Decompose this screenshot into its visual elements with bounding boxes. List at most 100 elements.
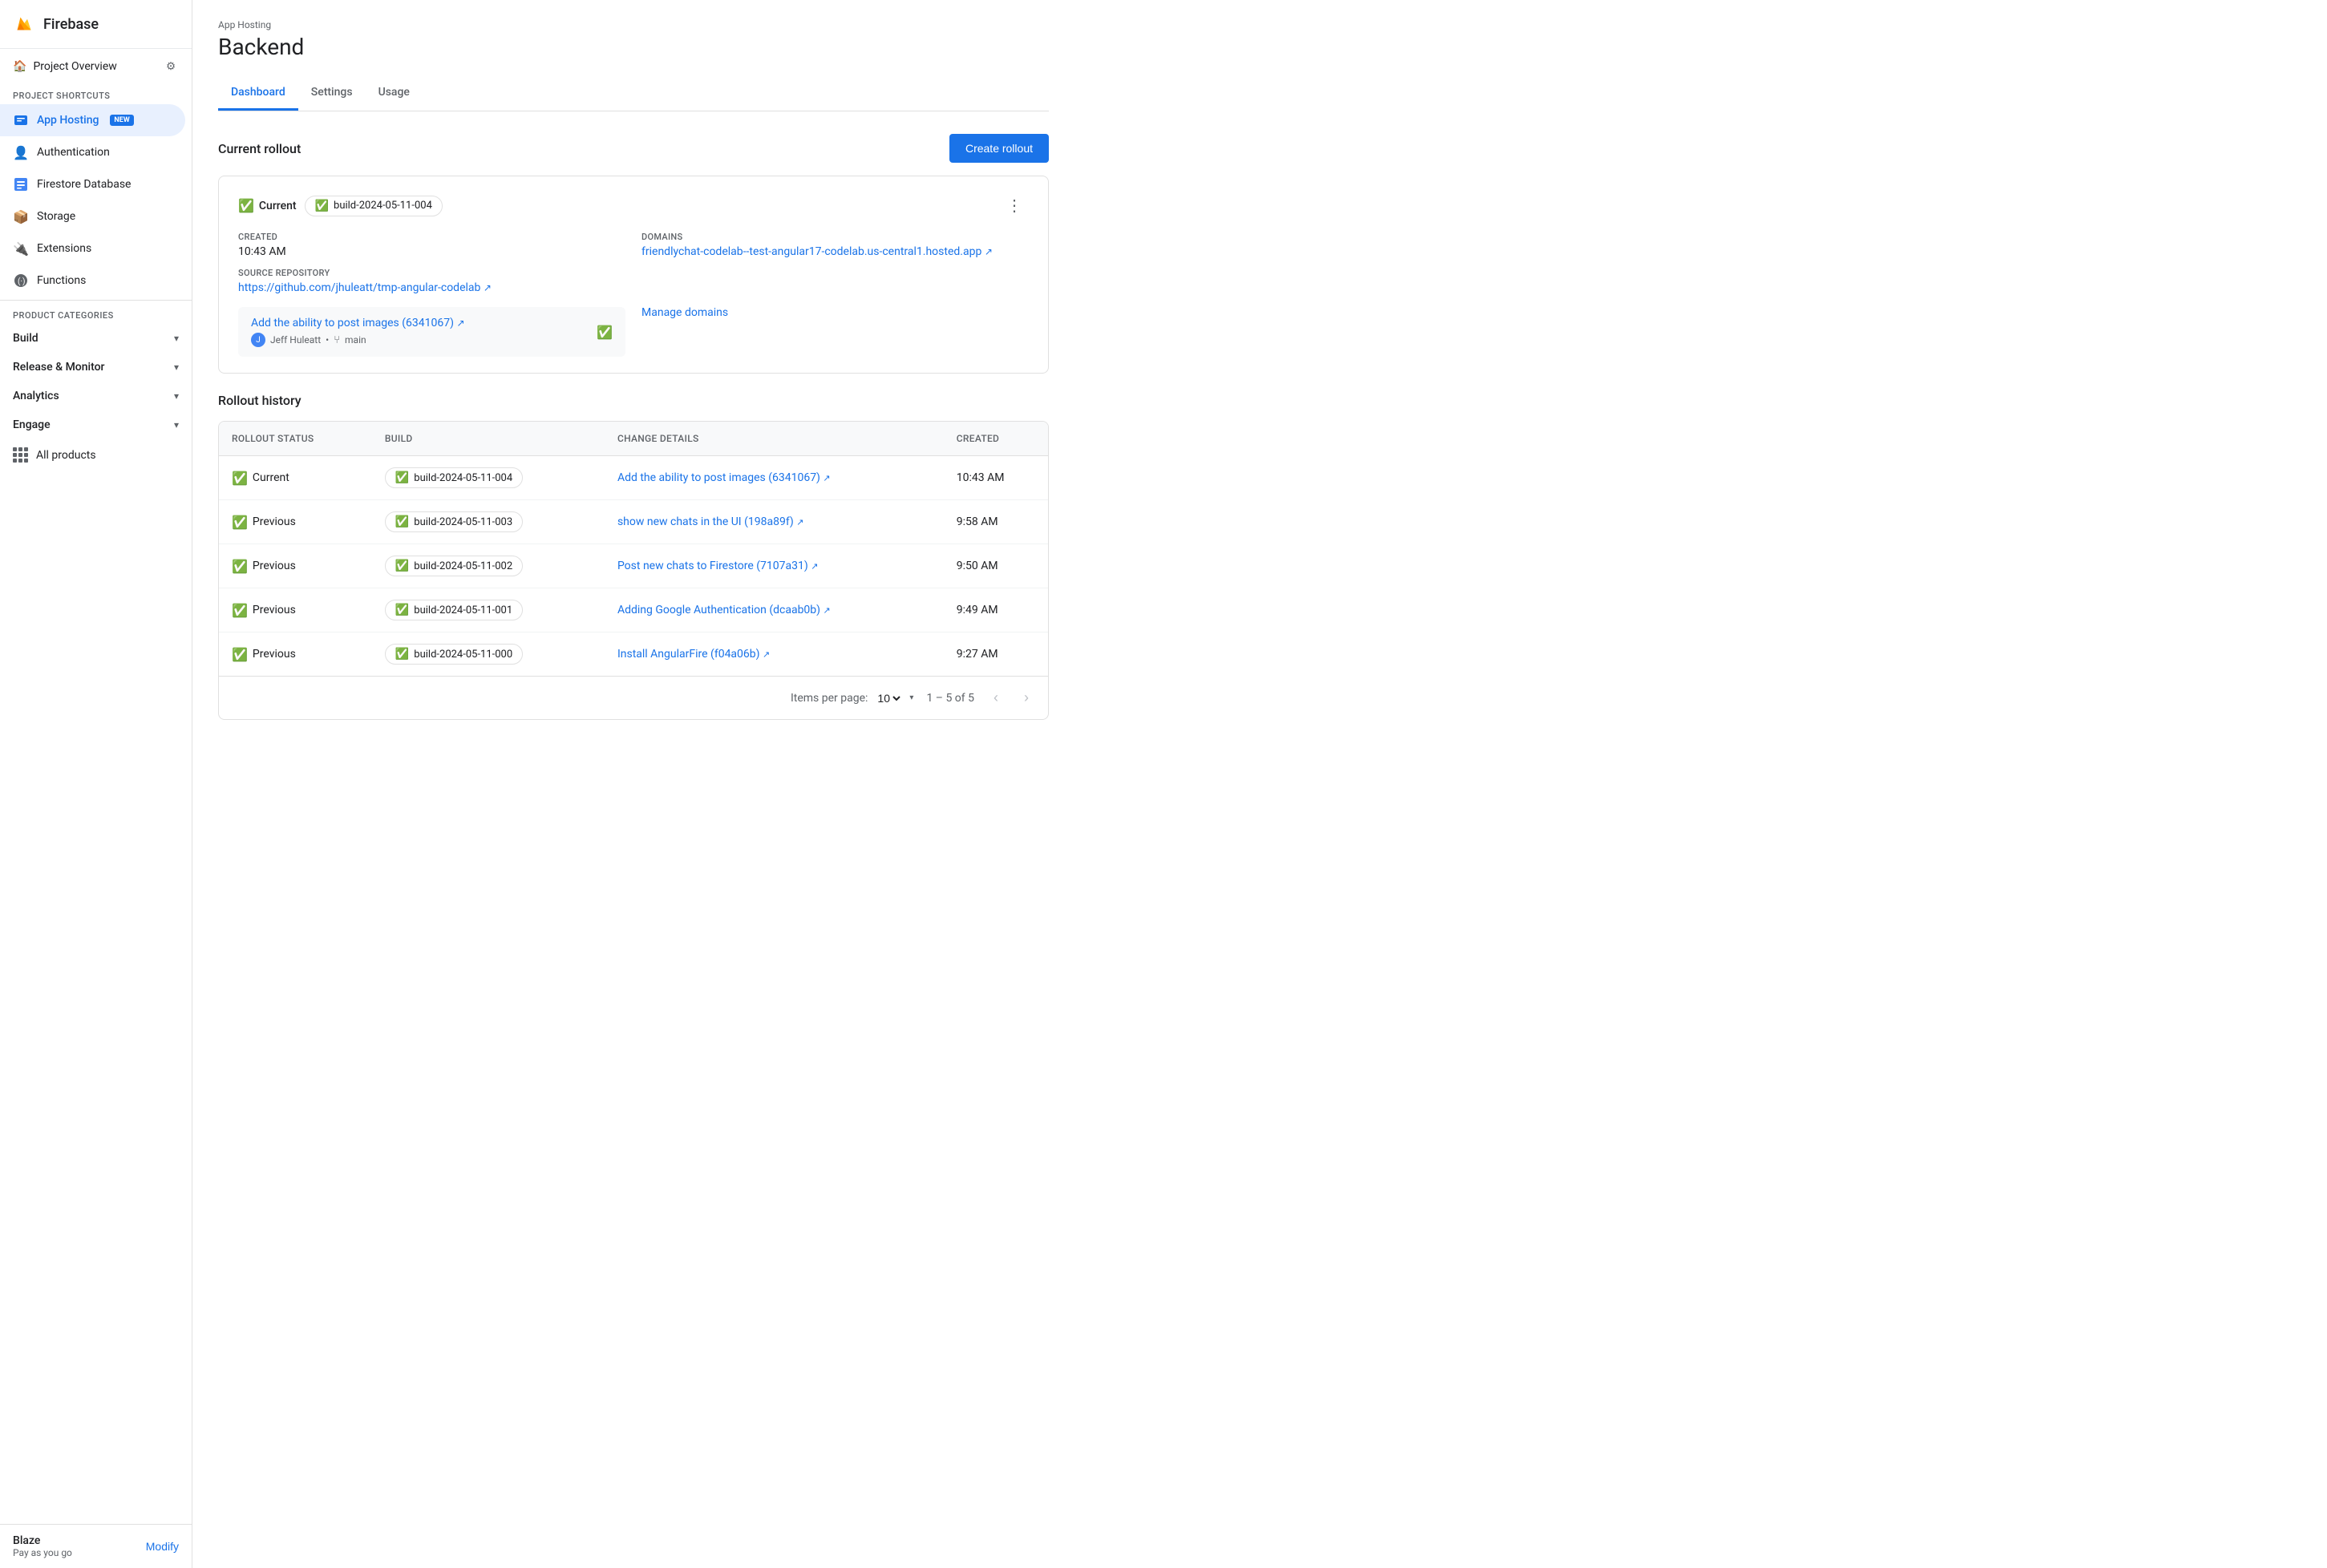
sidebar-item-engage[interactable]: Engage ▾ — [0, 410, 192, 439]
row-build-check-1: ✅ — [395, 515, 409, 528]
col-header-status: Rollout Status — [219, 422, 372, 456]
row-build-check-4: ✅ — [395, 648, 409, 661]
commit-author: Jeff Huleatt — [270, 334, 321, 346]
settings-icon-button[interactable]: ⚙ — [163, 57, 179, 76]
build-cell-2: ✅ build-2024-05-11-002 — [372, 544, 605, 588]
svg-text:(·): (·) — [18, 277, 26, 286]
project-overview-label: Project Overview — [33, 60, 116, 73]
engage-label: Engage — [13, 418, 51, 431]
change-cell-2: Post new chats to Firestore (7107a31) ↗ — [605, 544, 944, 588]
commit-external-icon: ↗ — [456, 317, 464, 329]
all-products-label: All products — [36, 449, 96, 462]
source-repo-link[interactable]: https://github.com/jhuleatt/tmp-angular-… — [238, 281, 625, 294]
sidebar-item-build[interactable]: Build ▾ — [0, 324, 192, 353]
tab-dashboard[interactable]: Dashboard — [218, 76, 298, 111]
build-label: Build — [13, 332, 38, 345]
sidebar-item-app-hosting[interactable]: App Hosting NEW — [0, 104, 185, 136]
row-status-3: Previous — [253, 604, 296, 616]
current-check-icon: ✅ — [238, 198, 254, 213]
current-rollout-card-header: ✅ Current ✅ build-2024-05-11-004 ⋮ — [238, 192, 1029, 219]
sidebar-item-release-monitor[interactable]: Release & Monitor ▾ — [0, 353, 192, 382]
build-chevron-icon: ▾ — [174, 333, 179, 344]
blaze-info: Blaze Pay as you go — [13, 1534, 72, 1558]
three-dot-menu-button[interactable]: ⋮ — [1000, 192, 1029, 219]
firebase-logo-icon — [13, 13, 35, 35]
commit-success-icon: ✅ — [597, 325, 613, 340]
change-link-4[interactable]: Install AngularFire (f04a06b) ↗ — [617, 648, 770, 661]
status-cell-4: ✅ Previous — [219, 632, 372, 677]
change-link-1[interactable]: show new chats in the UI (198a89f) ↗ — [617, 515, 803, 528]
divider-1 — [0, 300, 192, 301]
row-status-4: Previous — [253, 648, 296, 661]
tab-settings[interactable]: Settings — [298, 76, 366, 111]
extensions-icon: 🔌 — [13, 240, 29, 257]
created-label: Created — [238, 232, 625, 242]
breadcrumb: App Hosting — [218, 19, 1049, 30]
firestore-label: Firestore Database — [37, 178, 131, 191]
analytics-label: Analytics — [13, 390, 59, 402]
change-cell-4: Install AngularFire (f04a06b) ↗ — [605, 632, 944, 677]
page-info: 1 – 5 of 5 — [926, 692, 974, 705]
build-cell-4: ✅ build-2024-05-11-000 — [372, 632, 605, 677]
created-cell-1: 9:58 AM — [944, 500, 1048, 544]
status-cell-0: ✅ Current — [219, 456, 372, 500]
new-badge: NEW — [110, 115, 133, 126]
authentication-icon: 👤 — [13, 144, 29, 160]
row-check-icon-1: ✅ — [232, 515, 248, 530]
functions-icon: (·) — [13, 273, 29, 289]
grid-icon — [13, 447, 28, 463]
change-link-0[interactable]: Add the ability to post images (6341067)… — [617, 471, 831, 484]
app-hosting-label: App Hosting — [37, 114, 99, 127]
build-cell-0: ✅ build-2024-05-11-004 — [372, 456, 605, 500]
sidebar-item-all-products[interactable]: All products — [0, 439, 192, 471]
sidebar-item-functions[interactable]: (·) Functions — [0, 265, 185, 297]
prev-page-button[interactable]: ‹ — [987, 686, 1005, 709]
row-build-id-0: build-2024-05-11-004 — [414, 472, 512, 484]
col-header-build: Build — [372, 422, 605, 456]
commit-meta: J Jeff Huleatt • ⑂ main — [251, 333, 465, 347]
build-cell-3: ✅ build-2024-05-11-001 — [372, 588, 605, 632]
per-page-select[interactable]: 10 25 50 — [874, 691, 903, 705]
row-status-2: Previous — [253, 560, 296, 572]
source-repo-detail: Source repository https://github.com/jhu… — [238, 268, 625, 294]
current-status-badge: ✅ Current — [238, 198, 297, 213]
engage-chevron-icon: ▾ — [174, 419, 179, 430]
project-overview-link[interactable]: 🏠 Project Overview — [13, 60, 117, 73]
created-cell-3: 9:49 AM — [944, 588, 1048, 632]
table-row: ✅ Previous ✅ build-2024-05-11-003 show n… — [219, 500, 1048, 544]
next-page-button[interactable]: › — [1018, 686, 1035, 709]
commit-row: Add the ability to post images (6341067)… — [238, 307, 625, 357]
tab-usage[interactable]: Usage — [366, 76, 423, 111]
source-repo-label: Source repository — [238, 268, 625, 278]
row-build-check-3: ✅ — [395, 604, 409, 616]
domains-group: Domains friendlychat-codelab--test-angul… — [641, 232, 1029, 258]
sidebar-item-authentication[interactable]: 👤 Authentication — [0, 136, 185, 168]
row-check-icon-3: ✅ — [232, 603, 248, 618]
build-cell-1: ✅ build-2024-05-11-003 — [372, 500, 605, 544]
change-link-2[interactable]: Post new chats to Firestore (7107a31) ↗ — [617, 560, 819, 572]
created-time: 10:43 AM — [238, 245, 625, 258]
create-rollout-button[interactable]: Create rollout — [949, 134, 1049, 163]
created-detail: Created 10:43 AM — [238, 232, 625, 258]
home-icon: 🏠 — [13, 60, 26, 73]
manage-domains-link[interactable]: Manage domains — [641, 306, 1029, 319]
chevron-down-icon: ▾ — [909, 693, 913, 702]
row-build-id-1: build-2024-05-11-003 — [414, 516, 512, 528]
sidebar-item-storage[interactable]: 📦 Storage — [0, 200, 185, 232]
table-row: ✅ Previous ✅ build-2024-05-11-000 Instal… — [219, 632, 1048, 677]
sidebar-item-extensions[interactable]: 🔌 Extensions — [0, 232, 185, 265]
sidebar-header: Firebase — [0, 0, 192, 49]
row-build-id-4: build-2024-05-11-000 — [414, 649, 512, 661]
modify-plan-button[interactable]: Modify — [146, 1540, 179, 1553]
items-per-page-label: Items per page: — [791, 692, 868, 705]
project-shortcuts-label: Project shortcuts — [0, 84, 192, 104]
sidebar-item-firestore[interactable]: Firestore Database — [0, 168, 185, 200]
app-hosting-icon — [13, 112, 29, 128]
items-per-page: Items per page: 10 25 50 ▾ — [791, 691, 913, 705]
current-build-id: build-2024-05-11-004 — [334, 200, 432, 212]
functions-label: Functions — [37, 274, 86, 287]
commit-link[interactable]: Add the ability to post images (6341067)… — [251, 317, 465, 329]
sidebar-item-analytics[interactable]: Analytics ▾ — [0, 382, 192, 410]
change-link-3[interactable]: Adding Google Authentication (dcaab0b) ↗ — [617, 604, 831, 616]
domain-url-link[interactable]: friendlychat-codelab--test-angular17-cod… — [641, 245, 1029, 258]
